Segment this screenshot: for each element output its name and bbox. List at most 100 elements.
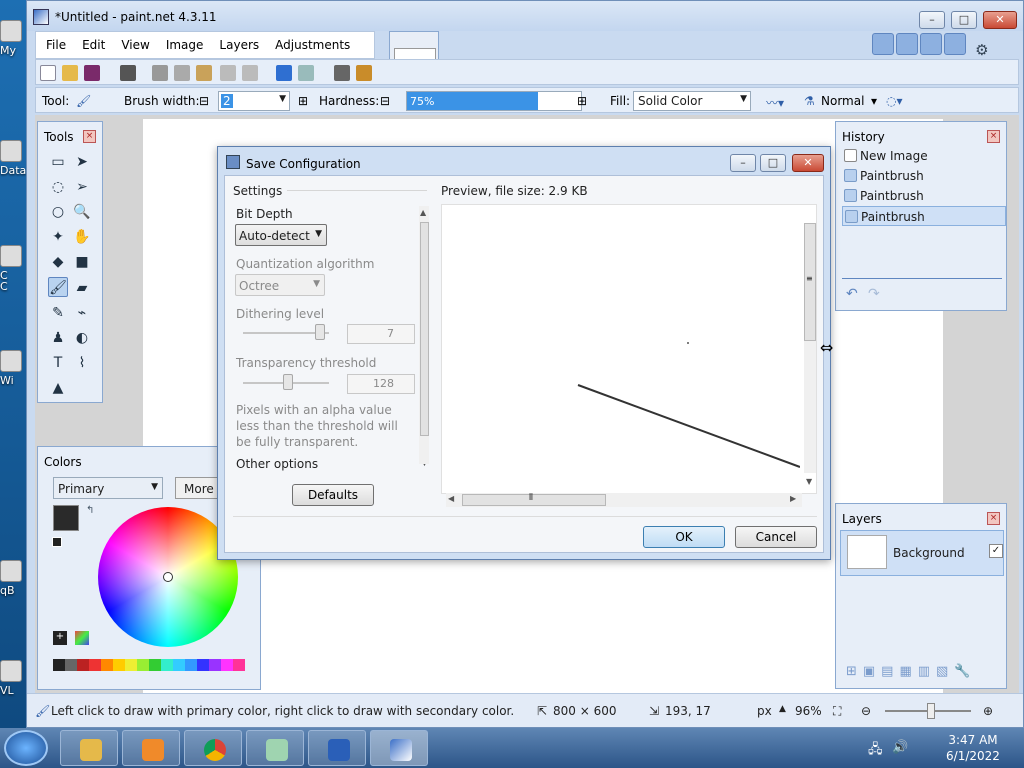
- gradient-icon[interactable]: ■: [72, 252, 92, 272]
- quantization-dropdown[interactable]: Octree ▼: [235, 274, 325, 296]
- grid-icon[interactable]: [334, 65, 350, 81]
- tools-panel-close-icon[interactable]: ×: [83, 130, 96, 143]
- blend-mode-arrow[interactable]: ▾: [871, 94, 877, 108]
- history-item[interactable]: Paintbrush: [842, 186, 1006, 206]
- palette-swatch[interactable]: [149, 659, 161, 671]
- zoom-out-icon[interactable]: ⊖: [861, 704, 871, 718]
- transparency-slider[interactable]: [243, 374, 329, 390]
- brush-width-plus[interactable]: ⊞: [298, 94, 308, 108]
- palette-swatch[interactable]: [77, 659, 89, 671]
- volume-icon[interactable]: 🔊: [892, 740, 908, 755]
- palette-menu-icon[interactable]: [75, 631, 89, 645]
- close-button[interactable]: ✕: [983, 11, 1017, 29]
- desktop-icon-c2[interactable]: C: [0, 280, 24, 293]
- defaults-button[interactable]: Defaults: [292, 484, 374, 506]
- color-picker-icon[interactable]: ⌁: [72, 303, 92, 323]
- history-panel-close-icon[interactable]: ×: [987, 130, 1000, 143]
- zoom-in-icon[interactable]: ⊕: [983, 704, 993, 718]
- palette-swatch[interactable]: [209, 659, 221, 671]
- zoom-icon[interactable]: 🔍: [72, 202, 92, 222]
- palette-swatch[interactable]: [89, 659, 101, 671]
- palette-swatch[interactable]: [233, 659, 245, 671]
- dithering-slider[interactable]: [243, 324, 329, 340]
- taskbar-chrome[interactable]: [184, 730, 242, 766]
- history-item-selected[interactable]: Paintbrush: [842, 206, 1006, 226]
- paste-icon[interactable]: [196, 65, 212, 81]
- layer-visibility-checkbox[interactable]: ✓: [989, 544, 1003, 558]
- cut-icon[interactable]: [152, 65, 168, 81]
- save-icon[interactable]: [84, 65, 100, 81]
- palette-swatch[interactable]: [161, 659, 173, 671]
- brush-width-field[interactable]: 2 ▼: [218, 91, 290, 111]
- rectangle-select-icon[interactable]: ▭: [48, 152, 68, 172]
- dialog-close-button[interactable]: ✕: [792, 154, 824, 172]
- layers-panel-close-icon[interactable]: ×: [987, 512, 1000, 525]
- history-item[interactable]: Paintbrush: [842, 166, 1006, 186]
- brush-width-minus[interactable]: ⊟: [199, 94, 209, 108]
- cancel-button[interactable]: Cancel: [735, 526, 817, 548]
- menu-adjustments[interactable]: Adjustments: [265, 32, 356, 52]
- colors-toggle-icon[interactable]: [944, 33, 966, 55]
- desktop-icon-data[interactable]: Data: [0, 140, 26, 177]
- layer-actions[interactable]: ⊞▣▤▦▥▧🔧: [846, 664, 1001, 682]
- pencil-icon[interactable]: ✎: [48, 303, 68, 323]
- line-curve-icon[interactable]: ⌇: [72, 353, 92, 373]
- preview-vertical-scrollbar[interactable]: ≡ ▼: [804, 223, 816, 486]
- network-icon[interactable]: 🖧: [868, 740, 883, 762]
- title-bar[interactable]: *Untitled - paint.net 4.3.11 – □ ✕: [27, 1, 1023, 31]
- menu-image[interactable]: Image: [156, 32, 210, 52]
- clone-stamp-icon[interactable]: ♟: [48, 328, 68, 348]
- ok-button[interactable]: OK: [643, 526, 725, 548]
- palette-swatch[interactable]: [53, 659, 65, 671]
- layer-item[interactable]: Background ✓: [840, 530, 1004, 576]
- hardness-slider[interactable]: 75%: [406, 91, 582, 111]
- minimize-button[interactable]: –: [919, 11, 945, 29]
- palette-swatch[interactable]: [125, 659, 137, 671]
- eraser-icon[interactable]: ▰: [72, 278, 92, 298]
- menu-view[interactable]: View: [111, 32, 155, 52]
- move-selection-icon[interactable]: ➢: [72, 177, 92, 197]
- pan-icon[interactable]: ✋: [72, 227, 92, 247]
- magic-wand-icon[interactable]: ✦: [48, 227, 68, 247]
- desktop-icon-wi[interactable]: Wi: [0, 350, 24, 387]
- start-button[interactable]: [4, 730, 48, 766]
- maximize-button[interactable]: □: [951, 11, 977, 29]
- deselect-icon[interactable]: [242, 65, 258, 81]
- paintbrush-icon[interactable]: 🖌: [76, 94, 91, 108]
- palette-swatch[interactable]: [137, 659, 149, 671]
- redo-icon[interactable]: [298, 65, 314, 81]
- palette-swatch[interactable]: [113, 659, 125, 671]
- add-color-icon[interactable]: +: [53, 631, 67, 645]
- gear-icon[interactable]: ⚙: [972, 41, 992, 59]
- menu-layers[interactable]: Layers: [209, 32, 265, 52]
- paint-bucket-icon[interactable]: ◆: [48, 252, 68, 272]
- hardness-plus[interactable]: ⊞: [577, 94, 587, 108]
- crop-icon[interactable]: [220, 65, 236, 81]
- system-clock[interactable]: 3:47 AM 6/1/2022: [934, 732, 1012, 764]
- copy-icon[interactable]: [174, 65, 190, 81]
- selection-mode-icon[interactable]: ◌▾: [886, 94, 903, 108]
- shapes-icon[interactable]: ▲: [48, 378, 68, 398]
- desktop-icon-c1[interactable]: C: [0, 245, 24, 282]
- menu-file[interactable]: File: [36, 32, 72, 52]
- antialias-icon[interactable]: 〰▾: [766, 94, 784, 111]
- undo-icon[interactable]: [276, 65, 292, 81]
- ruler-icon[interactable]: [356, 65, 372, 81]
- blend-mode-dropdown[interactable]: Normal: [821, 94, 864, 108]
- history-toggle-icon[interactable]: [896, 33, 918, 55]
- history-item[interactable]: New Image: [842, 146, 1006, 166]
- menu-edit[interactable]: Edit: [72, 32, 111, 52]
- palette-swatch[interactable]: [185, 659, 197, 671]
- primary-color-swatch[interactable]: [53, 505, 79, 531]
- dialog-maximize-button[interactable]: □: [760, 154, 786, 172]
- taskbar-media-player[interactable]: [122, 730, 180, 766]
- taskbar-paintnet[interactable]: [370, 730, 428, 766]
- desktop-icon-my[interactable]: My: [0, 20, 24, 57]
- unit-arrow-icon[interactable]: ▲: [779, 704, 786, 714]
- text-icon[interactable]: T: [48, 353, 68, 373]
- preview-horizontal-scrollbar[interactable]: ◀ ⦀ ▶: [446, 493, 802, 507]
- paintbrush-tool-icon[interactable]: 🖌: [48, 277, 68, 297]
- other-options-label[interactable]: Other options: [236, 457, 318, 471]
- desktop-icon-vl[interactable]: VL: [0, 660, 24, 697]
- history-undo-icon[interactable]: ↶: [846, 286, 858, 302]
